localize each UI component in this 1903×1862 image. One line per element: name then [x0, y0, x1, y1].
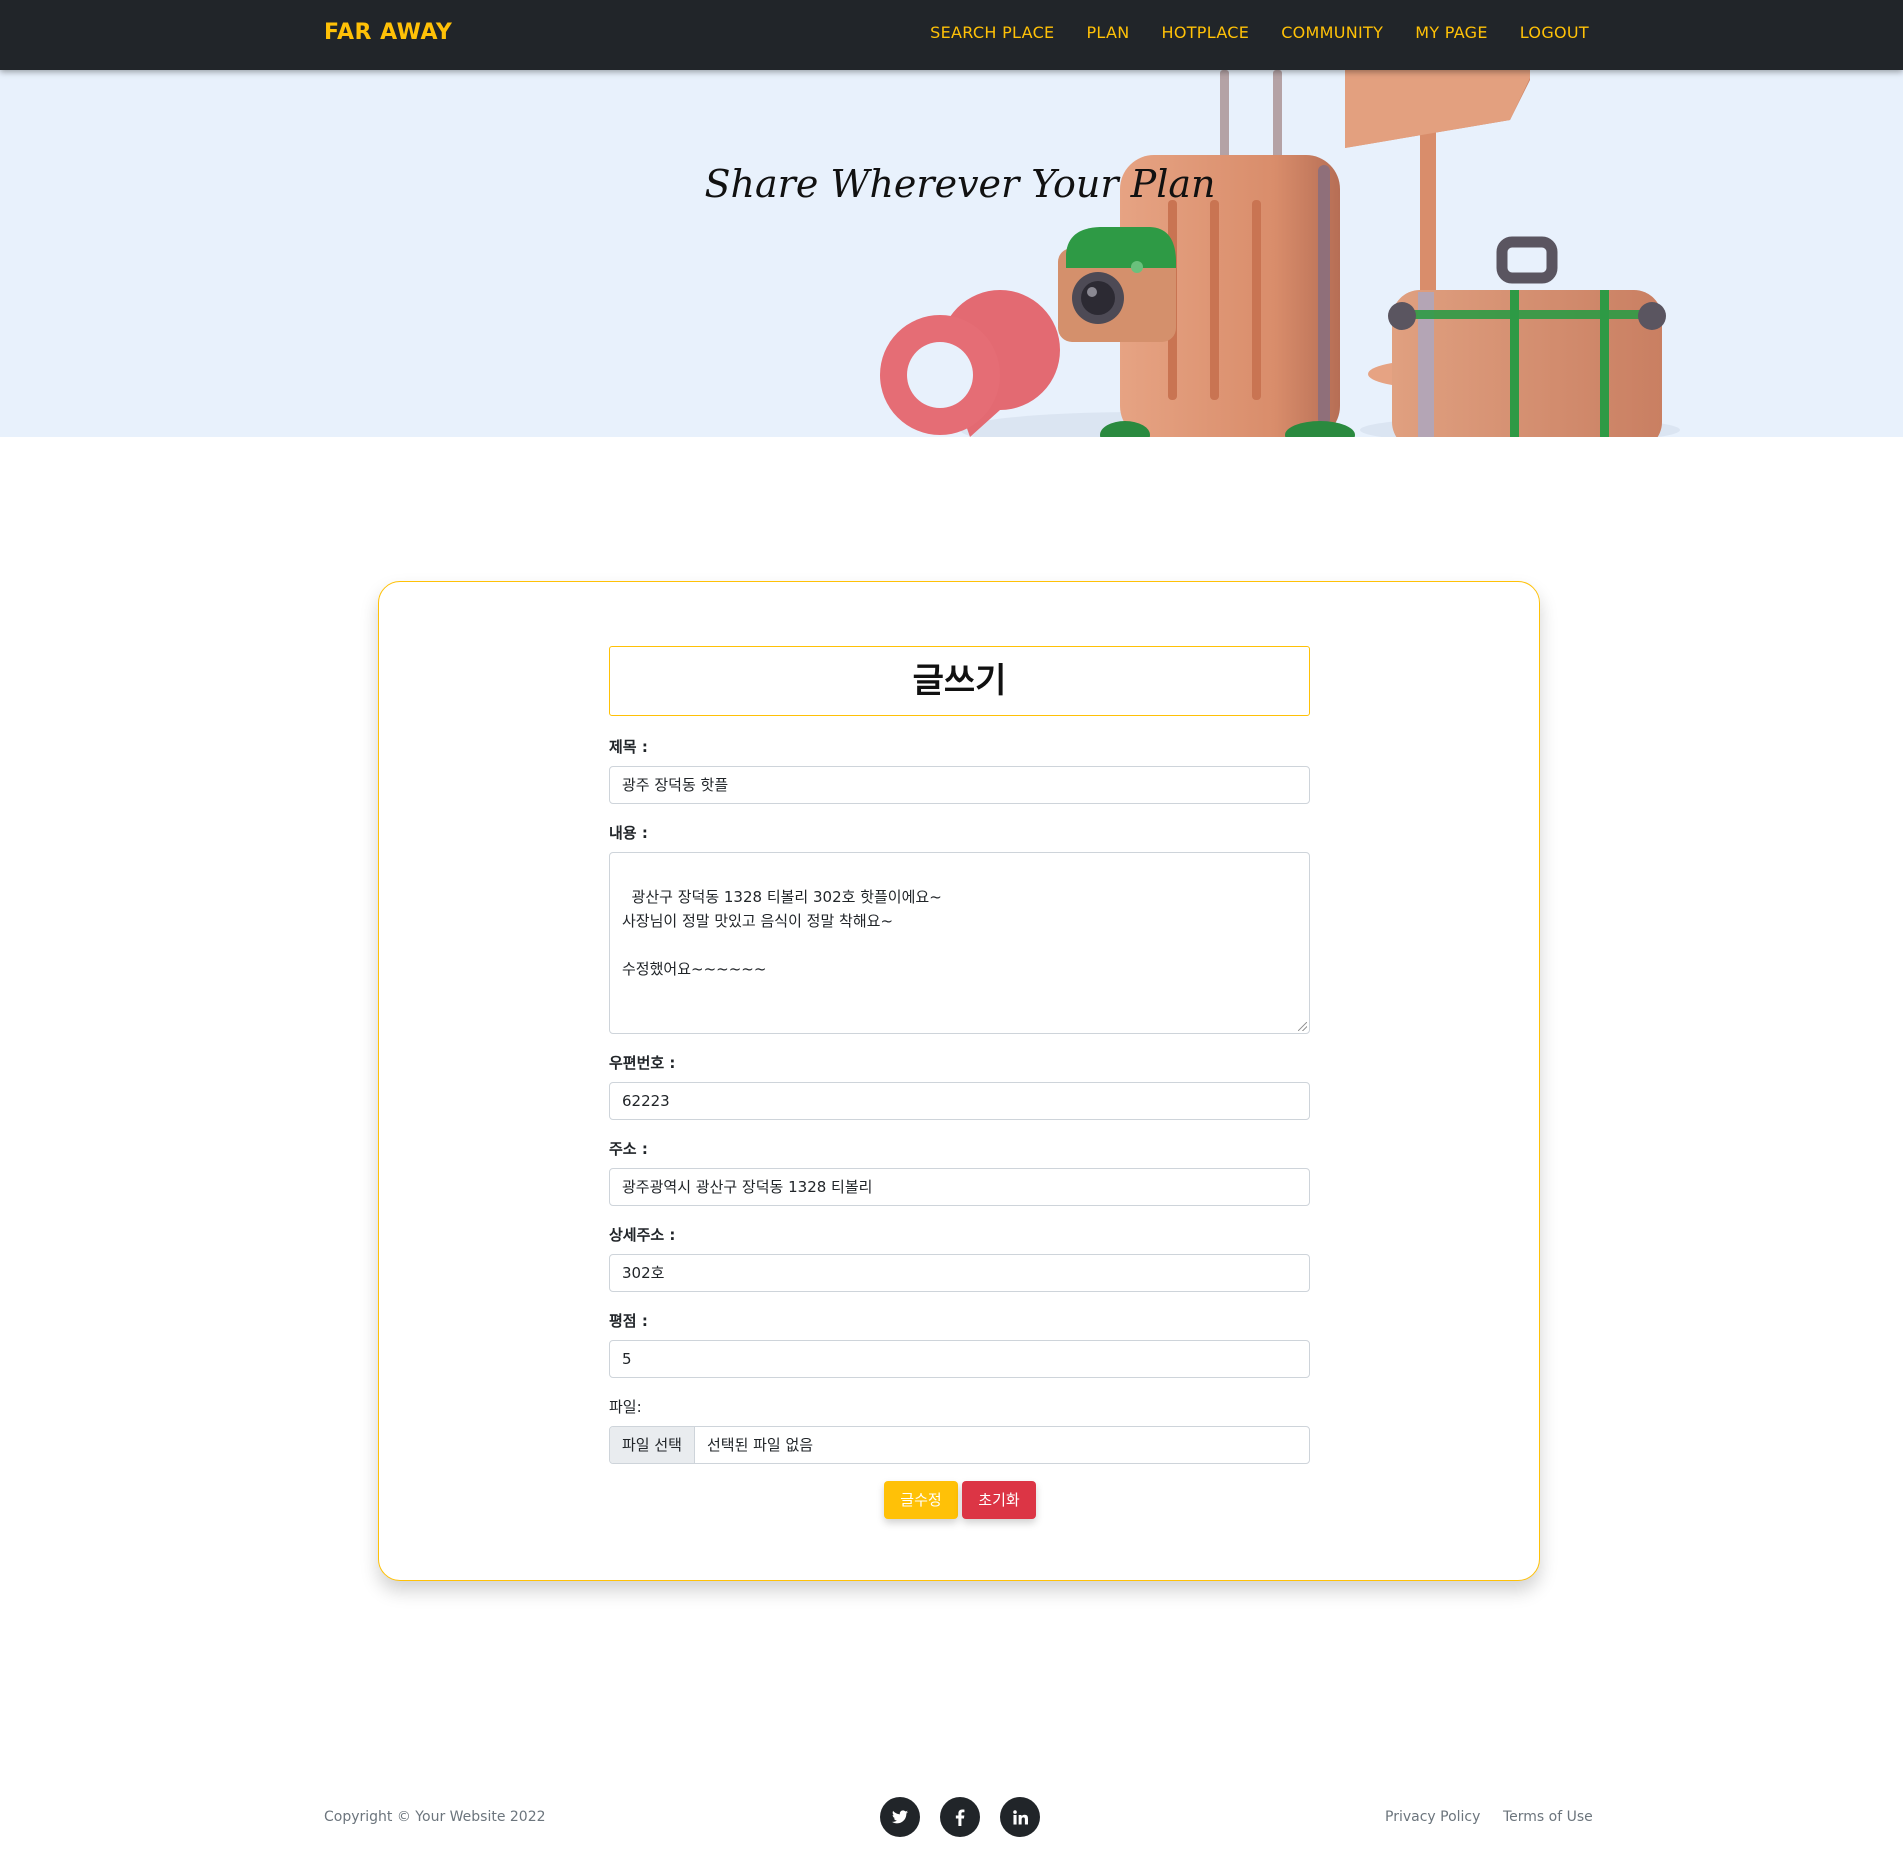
content-textarea[interactable]: 광산구 장덕동 1328 티볼리 302호 핫플이에요~ 사장님이 정말 맛있고…	[609, 852, 1310, 1034]
address-input[interactable]: 광주광역시 광산구 장덕동 1328 티볼리	[609, 1168, 1310, 1206]
brand-logo[interactable]: FAR AWAY	[324, 20, 452, 45]
copyright-text: Copyright © Your Website 2022	[324, 1809, 546, 1825]
nav-item-plan[interactable]: PLAN	[1070, 22, 1145, 44]
nav-item-community[interactable]: COMMUNITY	[1265, 22, 1399, 44]
address-label: 주소 :	[609, 1140, 648, 1158]
content-text: 광산구 장덕동 1328 티볼리 302호 핫플이에요~ 사장님이 정말 맛있고…	[622, 888, 942, 978]
rating-label: 평점 :	[609, 1312, 648, 1330]
file-label: 파일:	[609, 1398, 642, 1416]
hero-travel-illustration	[880, 70, 1680, 437]
file-select-button[interactable]: 파일 선택	[610, 1427, 695, 1463]
form-heading: 글쓰기	[609, 646, 1310, 716]
detail-address-input[interactable]: 302호	[609, 1254, 1310, 1292]
content-label: 내용 :	[609, 824, 648, 842]
nav-item-logout[interactable]: LOGOUT	[1504, 22, 1589, 44]
title-input[interactable]: 광주 장덕동 핫플	[609, 766, 1310, 804]
file-input[interactable]: 파일 선택 선택된 파일 없음	[609, 1426, 1310, 1464]
nav-item-hotplace[interactable]: HOTPLACE	[1146, 22, 1266, 44]
facebook-button[interactable]	[940, 1797, 980, 1837]
facebook-icon	[955, 1808, 965, 1826]
hero-title: Share Wherever Your Plan	[704, 162, 1216, 206]
twitter-icon	[892, 1810, 908, 1824]
rating-input[interactable]: 5	[609, 1340, 1310, 1378]
nav-item-search-place[interactable]: SEARCH PLACE	[914, 22, 1070, 44]
zipcode-label: 우편번호 :	[609, 1054, 676, 1072]
detail-address-label: 상세주소 :	[609, 1226, 676, 1244]
file-status: 선택된 파일 없음	[706, 1436, 814, 1454]
nav-menu: SEARCH PLACE PLAN HOTPLACE COMMUNITY MY …	[914, 22, 1589, 44]
title-label: 제목 :	[609, 738, 648, 756]
privacy-policy-link[interactable]: Privacy Policy	[1385, 1809, 1480, 1825]
terms-of-use-link[interactable]: Terms of Use	[1503, 1809, 1593, 1825]
linkedin-icon	[1012, 1809, 1028, 1825]
hero-banner: Share Wherever Your Plan	[0, 70, 1903, 437]
reset-button[interactable]: 초기화	[962, 1481, 1036, 1519]
zipcode-input[interactable]: 62223	[609, 1082, 1310, 1120]
resize-grip[interactable]	[1298, 1022, 1307, 1031]
linkedin-button[interactable]	[1000, 1797, 1040, 1837]
twitter-button[interactable]	[880, 1797, 920, 1837]
navbar: FAR AWAY SEARCH PLACE PLAN HOTPLACE COMM…	[0, 0, 1903, 70]
edit-submit-button[interactable]: 글수정	[884, 1481, 958, 1519]
nav-item-my-page[interactable]: MY PAGE	[1399, 22, 1504, 44]
